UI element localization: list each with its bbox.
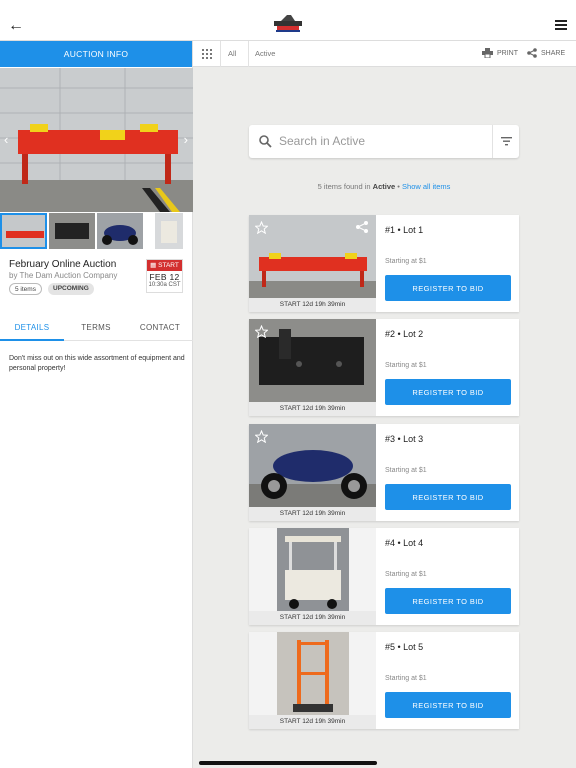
- star-icon[interactable]: [255, 221, 268, 234]
- lot-start-time: START 12d 19h 39min: [249, 298, 376, 312]
- arrow-left-icon[interactable]: ←: [8, 18, 24, 34]
- lot-image[interactable]: [249, 215, 376, 298]
- breadcrumb: All Active PRINT SHARE: [193, 41, 576, 67]
- register-to-bid-button[interactable]: REGISTER TO BID: [385, 588, 511, 614]
- star-icon[interactable]: [255, 430, 268, 443]
- auction-info-panel: AUCTION INFO ‹ › February Online Auction…: [0, 41, 193, 768]
- lot-card[interactable]: START 12d 19h 39min #5 • Lot 5 Starting …: [249, 632, 519, 729]
- share-button[interactable]: SHARE: [527, 48, 565, 58]
- breadcrumb-active[interactable]: Active: [255, 49, 275, 58]
- filter-icon: [501, 137, 512, 146]
- lot-card[interactable]: START 12d 19h 39min #2 • Lot 2 Starting …: [249, 319, 519, 416]
- filter-button[interactable]: [492, 125, 519, 158]
- lot-image[interactable]: [249, 319, 376, 402]
- lot-label: #3 • Lot 3: [385, 434, 424, 444]
- lot-starting-price: Starting at $1: [385, 362, 427, 369]
- info-tabs: DETAILS TERMS CONTACT: [0, 315, 193, 341]
- lot-start-time: START 12d 19h 39min: [249, 715, 376, 729]
- start-day: FEB 12: [149, 272, 180, 282]
- lot-image[interactable]: [249, 424, 376, 507]
- items-count-chip: 5 items: [9, 283, 42, 295]
- print-button[interactable]: PRINT: [482, 48, 518, 58]
- chevron-left-icon[interactable]: ‹: [4, 132, 8, 147]
- printer-icon: [482, 48, 493, 58]
- auction-company-logo[interactable]: [272, 12, 304, 34]
- hero-image[interactable]: ‹ ›: [0, 68, 193, 212]
- auction-info-tab[interactable]: AUCTION INFO: [0, 41, 192, 67]
- thumbnail[interactable]: [97, 213, 143, 249]
- lot-start-time: START 12d 19h 39min: [249, 611, 376, 625]
- search-box: [249, 125, 519, 158]
- thumbnail[interactable]: [0, 213, 47, 249]
- lot-label: #2 • Lot 2: [385, 329, 424, 339]
- thumbnail[interactable]: [155, 213, 183, 249]
- lot-starting-price: Starting at $1: [385, 675, 427, 682]
- search-icon: [259, 135, 272, 148]
- search-input[interactable]: [279, 132, 479, 150]
- lot-starting-price: Starting at $1: [385, 571, 427, 578]
- home-indicator[interactable]: [199, 761, 377, 765]
- grid-icon[interactable]: [202, 49, 212, 59]
- thumbnail-strip: [0, 213, 193, 250]
- lot-label: #1 • Lot 1: [385, 225, 424, 235]
- hamburger-menu-icon[interactable]: [555, 20, 567, 30]
- results-count: 5 items found in Active • Show all items: [317, 182, 451, 191]
- register-to-bid-button[interactable]: REGISTER TO BID: [385, 484, 511, 510]
- lot-starting-price: Starting at $1: [385, 467, 427, 474]
- divider: [220, 41, 221, 67]
- lot-label: #5 • Lot 5: [385, 642, 424, 652]
- register-to-bid-button[interactable]: REGISTER TO BID: [385, 275, 511, 301]
- thumbnail[interactable]: [49, 213, 95, 249]
- lot-card[interactable]: START 12d 19h 39min #3 • Lot 3 Starting …: [249, 424, 519, 521]
- star-icon[interactable]: [255, 325, 268, 338]
- tab-terms[interactable]: TERMS: [64, 315, 128, 341]
- share-icon: [527, 48, 537, 58]
- start-label: ▦ START: [147, 260, 182, 271]
- breadcrumb-all[interactable]: All: [228, 49, 236, 58]
- results-filter: Active: [372, 182, 396, 191]
- top-app-bar: ←: [0, 0, 576, 41]
- start-date-box: ▦ START FEB 12 10:30a CST: [146, 259, 183, 293]
- register-to-bid-button[interactable]: REGISTER TO BID: [385, 379, 511, 405]
- tab-details[interactable]: DETAILS: [0, 315, 64, 341]
- lot-image[interactable]: [249, 632, 376, 715]
- auction-title: February Online Auction: [9, 259, 117, 270]
- auction-byline: by The Dam Auction Company: [9, 271, 118, 280]
- chevron-right-icon[interactable]: ›: [184, 132, 188, 147]
- lot-card[interactable]: START 12d 19h 39min #4 • Lot 4 Starting …: [249, 528, 519, 625]
- lot-card[interactable]: START 12d 19h 39min #1 • Lot 1 Starting …: [249, 215, 519, 312]
- lot-starting-price: Starting at $1: [385, 258, 427, 265]
- lot-start-time: START 12d 19h 39min: [249, 402, 376, 416]
- start-time: 10:30a CST: [148, 282, 181, 288]
- lot-start-time: START 12d 19h 39min: [249, 507, 376, 521]
- lot-label: #4 • Lot 4: [385, 538, 424, 548]
- status-badge: UPCOMING: [48, 283, 94, 295]
- calendar-icon: ▦: [150, 262, 157, 269]
- divider: [248, 41, 249, 67]
- lot-image[interactable]: [249, 528, 376, 611]
- show-all-link[interactable]: Show all items: [402, 182, 450, 191]
- auction-description: Don't miss out on this wide assortment o…: [9, 355, 185, 372]
- tab-contact[interactable]: CONTACT: [128, 315, 192, 341]
- share-icon[interactable]: [356, 221, 368, 233]
- register-to-bid-button[interactable]: REGISTER TO BID: [385, 692, 511, 718]
